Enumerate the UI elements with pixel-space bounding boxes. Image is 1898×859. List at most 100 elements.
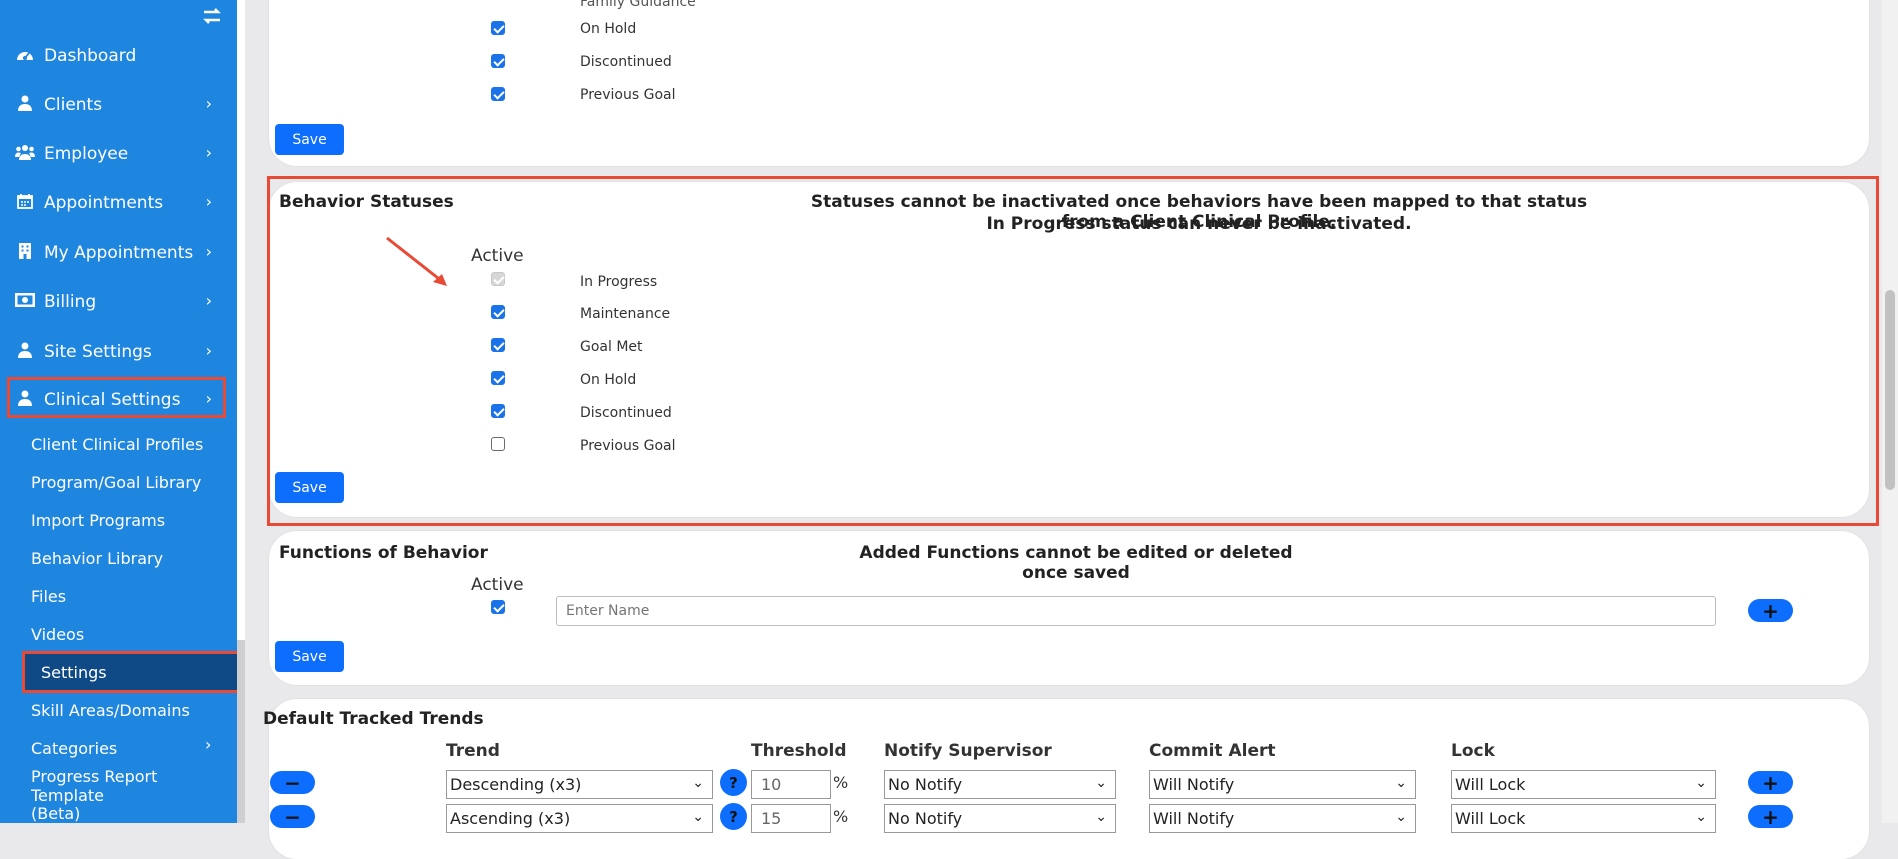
trend-select-value: Descending (x3) bbox=[450, 775, 582, 794]
sidebar-subitem-settings[interactable]: Settings bbox=[41, 658, 237, 686]
sidebar-item-clinical-settings[interactable]: Clinical Settings › bbox=[14, 381, 224, 419]
trend-select[interactable]: Ascending (x3) ⌄ bbox=[446, 804, 713, 833]
sidebar-subitem-label: Categories bbox=[31, 738, 118, 758]
add-trend-button[interactable]: + bbox=[1748, 771, 1793, 794]
section-title: Functions of Behavior bbox=[279, 543, 488, 563]
notify-supervisor-value: No Notify bbox=[888, 775, 963, 794]
status-checkbox-previous-goal[interactable] bbox=[491, 87, 505, 101]
swap-arrows-icon[interactable] bbox=[201, 5, 227, 31]
functions-note: Added Functions cannot be edited or dele… bbox=[859, 543, 1293, 583]
goal-statuses-card: Family Guidance On Hold Discontinued Pre… bbox=[269, 0, 1869, 166]
sidebar-subitem-files[interactable]: Files bbox=[31, 582, 231, 610]
chevron-down-icon: ⌄ bbox=[1095, 775, 1107, 791]
save-button[interactable]: Save bbox=[275, 641, 344, 672]
sidebar-item-label: My Appointments bbox=[44, 243, 194, 263]
plus-icon: + bbox=[1762, 770, 1779, 795]
chevron-right-icon: › bbox=[205, 192, 212, 211]
add-function-button[interactable]: + bbox=[1748, 599, 1793, 622]
notify-supervisor-select[interactable]: No Notify ⌄ bbox=[884, 804, 1116, 833]
threshold-column-header: Threshold bbox=[751, 741, 847, 761]
chevron-right-icon: › bbox=[205, 735, 212, 754]
help-icon[interactable]: ? bbox=[720, 803, 747, 830]
users-icon bbox=[14, 144, 36, 164]
sidebar-subitem-label: Import Programs bbox=[31, 510, 166, 530]
main-content: Family Guidance On Hold Discontinued Pre… bbox=[245, 0, 1898, 859]
function-active-checkbox[interactable] bbox=[491, 600, 505, 614]
sidebar-item-clients[interactable]: Clients › bbox=[14, 86, 224, 124]
minus-icon: − bbox=[284, 770, 301, 795]
notify-supervisor-select[interactable]: No Notify ⌄ bbox=[884, 770, 1116, 799]
sidebar-subitem-label: Settings bbox=[41, 662, 107, 682]
trend-select[interactable]: Descending (x3) ⌄ bbox=[446, 770, 713, 799]
help-icon[interactable]: ? bbox=[720, 769, 747, 796]
threshold-input[interactable]: 10 bbox=[751, 770, 831, 799]
status-label-partial: Family Guidance bbox=[580, 0, 696, 10]
sidebar-item-site-settings[interactable]: Site Settings › bbox=[14, 333, 224, 371]
save-button[interactable]: Save bbox=[275, 124, 344, 155]
function-name-input[interactable] bbox=[556, 596, 1716, 626]
chevron-down-icon: ⌄ bbox=[692, 775, 704, 791]
chevron-down-icon: ⌄ bbox=[1695, 775, 1707, 791]
threshold-input[interactable]: 15 bbox=[751, 804, 831, 833]
sidebar-subitem-label: Files bbox=[31, 586, 67, 606]
sidebar-subitem-categories[interactable]: Categories › bbox=[31, 734, 231, 762]
lock-column-header: Lock bbox=[1451, 741, 1495, 761]
lock-value: Will Lock bbox=[1455, 775, 1526, 794]
sidebar-item-dashboard[interactable]: Dashboard bbox=[14, 37, 224, 75]
sidebar-subitem-label: Skill Areas/Domains bbox=[31, 700, 190, 720]
commit-alert-select[interactable]: Will Notify ⌄ bbox=[1149, 770, 1416, 799]
add-trend-button[interactable]: + bbox=[1748, 805, 1793, 828]
notify-supervisor-value: No Notify bbox=[888, 809, 963, 828]
dashboard-icon bbox=[14, 47, 36, 65]
sidebar-item-label: Clinical Settings bbox=[44, 390, 181, 410]
minus-icon: − bbox=[284, 804, 301, 829]
lock-select[interactable]: Will Lock ⌄ bbox=[1451, 770, 1716, 799]
sidebar-subitem-beta: (Beta) bbox=[31, 799, 231, 823]
sidebar-subitem-program-goal-library[interactable]: Program/Goal Library bbox=[31, 468, 231, 496]
calendar-icon bbox=[14, 193, 36, 213]
sidebar-item-label: Dashboard bbox=[44, 46, 137, 66]
sidebar-subitem-client-clinical-profiles[interactable]: Client Clinical Profiles bbox=[31, 430, 231, 458]
sidebar-scrollbar-thumb[interactable] bbox=[237, 640, 245, 823]
sidebar: Dashboard Clients › Employee › Appointme… bbox=[0, 0, 237, 823]
status-checkbox-on-hold[interactable] bbox=[491, 21, 505, 35]
sidebar-subitem-label: Videos bbox=[31, 624, 85, 644]
remove-trend-button[interactable]: − bbox=[270, 771, 315, 794]
sidebar-item-employee[interactable]: Employee › bbox=[14, 135, 224, 173]
chevron-right-icon: › bbox=[205, 143, 212, 162]
sidebar-subitem-progress-report-template[interactable]: Progress Report Template bbox=[31, 767, 231, 805]
sidebar-item-appointments[interactable]: Appointments › bbox=[14, 184, 224, 222]
status-label: On Hold bbox=[580, 21, 637, 37]
sidebar-subitem-import-programs[interactable]: Import Programs bbox=[31, 506, 231, 534]
section-title: Default Tracked Trends bbox=[263, 709, 484, 729]
threshold-value: 15 bbox=[761, 809, 782, 828]
sidebar-item-label: Site Settings bbox=[44, 342, 152, 362]
sidebar-item-my-appointments[interactable]: My Appointments › bbox=[14, 234, 224, 272]
chevron-right-icon: › bbox=[205, 291, 212, 310]
page-scrollbar-thumb[interactable] bbox=[1885, 290, 1895, 490]
status-label: Discontinued bbox=[580, 54, 672, 70]
trend-column-header: Trend bbox=[446, 741, 500, 761]
sidebar-subitem-label: Program/Goal Library bbox=[31, 472, 202, 492]
percent-label: % bbox=[833, 773, 849, 792]
sidebar-subitem-behavior-library[interactable]: Behavior Library bbox=[31, 544, 231, 572]
sidebar-subitem-skill-areas-domains[interactable]: Skill Areas/Domains bbox=[31, 696, 231, 724]
remove-trend-button[interactable]: − bbox=[270, 805, 315, 828]
sidebar-subitem-label: (Beta) bbox=[31, 803, 81, 823]
chevron-right-icon: › bbox=[205, 94, 212, 113]
chevron-right-icon: › bbox=[205, 341, 212, 360]
sidebar-subitem-videos[interactable]: Videos bbox=[31, 620, 231, 648]
status-label: Previous Goal bbox=[580, 87, 676, 103]
money-icon bbox=[14, 293, 36, 311]
sidebar-item-label: Appointments bbox=[44, 193, 164, 213]
sidebar-item-label: Employee bbox=[44, 144, 129, 164]
commit-alert-select[interactable]: Will Notify ⌄ bbox=[1149, 804, 1416, 833]
lock-select[interactable]: Will Lock ⌄ bbox=[1451, 804, 1716, 833]
commit-alert-value: Will Notify bbox=[1153, 775, 1235, 794]
trend-select-value: Ascending (x3) bbox=[450, 809, 571, 828]
commit-alert-value: Will Notify bbox=[1153, 809, 1235, 828]
sidebar-item-billing[interactable]: Billing › bbox=[14, 283, 224, 321]
sidebar-item-label: Clients bbox=[44, 95, 103, 115]
user-icon bbox=[14, 390, 36, 410]
status-checkbox-discontinued[interactable] bbox=[491, 54, 505, 68]
